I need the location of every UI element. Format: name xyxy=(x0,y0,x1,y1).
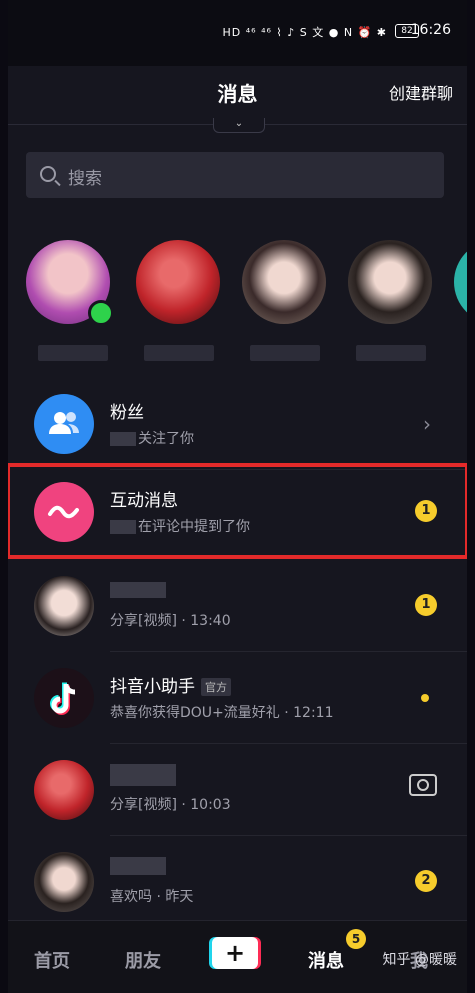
row-title xyxy=(110,580,168,600)
list-item-chat[interactable]: 分享[视频] · 10:03 xyxy=(8,744,467,836)
interaction-icon xyxy=(34,482,94,542)
row-title xyxy=(110,856,168,876)
row-subtitle: 关注了你 xyxy=(110,428,194,448)
row-subtitle: 在评论中提到了你 xyxy=(110,516,250,536)
plus-icon: + xyxy=(224,939,246,967)
list-item-assistant[interactable]: 抖音小助手 官方 恭喜你获得DOU+流量好礼 · 12:11 xyxy=(8,652,467,744)
tab-messages[interactable]: 消息 xyxy=(308,947,344,973)
tab-bar: 首页 朋友 + 消息 5 我 知乎 @暖暖 xyxy=(8,920,467,993)
tab-home[interactable]: 首页 xyxy=(34,947,70,973)
search-placeholder: 搜索 xyxy=(68,169,102,189)
chevron-down-icon[interactable]: ⌄ xyxy=(213,118,265,133)
recent-contacts xyxy=(8,240,467,380)
chevron-right-icon: › xyxy=(423,412,431,436)
contact-name xyxy=(356,345,426,361)
status-bar: HD ⁴⁶ ⁴⁶ ⌇ ♪ S 文 ● N ⏰ ✱ 82 16:26 xyxy=(8,0,467,66)
unread-badge: 2 xyxy=(415,870,437,892)
create-button[interactable]: + xyxy=(212,937,258,969)
search-icon xyxy=(40,166,56,182)
unread-badge: 1 xyxy=(415,500,437,522)
tiktok-logo-icon xyxy=(34,668,94,728)
header: 消息 创建群聊 xyxy=(8,66,467,116)
messages-badge: 5 xyxy=(346,929,366,949)
list-item-fans[interactable]: 粉丝 关注了你 › xyxy=(8,378,467,470)
fans-icon xyxy=(34,394,94,454)
avatar xyxy=(34,852,94,912)
official-tag: 官方 xyxy=(201,678,231,696)
status-icons: HD ⁴⁶ ⁴⁶ ⌇ ♪ S 文 ● N ⏰ ✱ xyxy=(222,26,387,39)
contact-name xyxy=(38,345,108,361)
list-item-chat[interactable]: 喜欢吗 · 昨天 2 xyxy=(8,836,467,928)
contact-name xyxy=(250,345,320,361)
watermark: 知乎 @暖暖 xyxy=(382,952,457,968)
row-title: 粉丝 xyxy=(110,403,144,423)
contact-name xyxy=(144,345,214,361)
camera-icon[interactable] xyxy=(409,774,437,796)
contact-avatar[interactable] xyxy=(454,240,467,324)
contact-avatar[interactable] xyxy=(348,240,432,324)
contact-avatar[interactable] xyxy=(26,240,114,326)
avatar xyxy=(34,760,94,820)
unread-dot xyxy=(421,694,429,702)
clock: 16:26 xyxy=(410,22,451,38)
tab-friends[interactable]: 朋友 xyxy=(125,947,161,973)
row-subtitle: 恭喜你获得DOU+流量好礼 · 12:11 xyxy=(110,705,334,721)
row-title: 抖音小助手 官方 xyxy=(110,672,231,697)
unread-badge: 1 xyxy=(415,594,437,616)
row-subtitle: 分享[视频] · 10:03 xyxy=(110,797,231,813)
list-item-chat[interactable]: 分享[视频] · 13:40 1 xyxy=(8,560,467,652)
row-title xyxy=(110,764,178,786)
contact-avatar[interactable] xyxy=(242,240,326,324)
search-input[interactable]: 搜索 xyxy=(26,152,444,198)
messages-screen: HD ⁴⁶ ⁴⁶ ⌇ ♪ S 文 ● N ⏰ ✱ 82 16:26 消息 创建群… xyxy=(8,0,467,993)
contact-avatar[interactable] xyxy=(136,240,220,324)
avatar xyxy=(34,576,94,636)
row-subtitle: 喜欢吗 · 昨天 xyxy=(110,889,194,905)
row-subtitle: 分享[视频] · 13:40 xyxy=(110,613,231,629)
list-item-interactions[interactable]: 互动消息 在评论中提到了你 1 xyxy=(8,466,467,558)
row-title: 互动消息 xyxy=(110,491,178,511)
create-group-button[interactable]: 创建群聊 xyxy=(389,80,453,104)
online-indicator xyxy=(88,300,114,326)
